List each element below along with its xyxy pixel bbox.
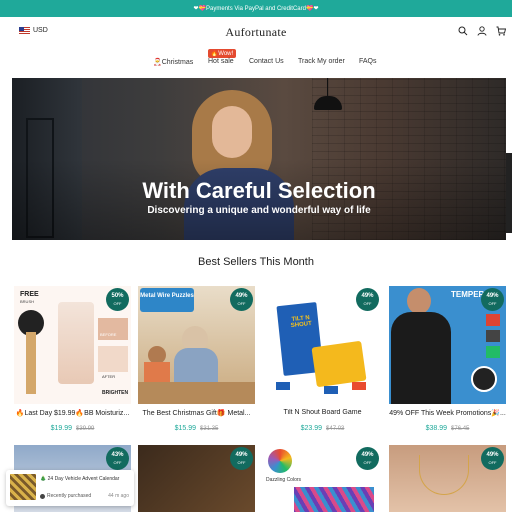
product-prices: $19.99 $39.99 [14,425,131,432]
discount-value: 50% [111,292,124,299]
original-price: $47.03 [326,426,345,432]
discount-off: OFF [363,300,372,306]
original-price: $31.35 [200,426,219,432]
sale-price: $15.99 [174,425,197,432]
discount-badge: 50% OFF [106,288,129,311]
model-head [407,288,431,314]
brush-handle [26,332,36,394]
nav-hot-sale[interactable]: Hot sale [208,58,234,65]
discount-value: 49% [235,292,248,299]
popup-status: Recently purchased [40,493,91,499]
color-chip [486,314,500,326]
discount-off: OFF [113,459,122,465]
nav-christmas[interactable]: 🎅Christmas [153,58,193,66]
primer-tube [58,302,94,384]
game-card [352,382,366,390]
nav-contact-us[interactable]: Contact Us [249,58,284,65]
sale-price: $23.99 [300,425,323,432]
brush-text: BRUSH [20,299,35,304]
hero-banner[interactable]: With Careful Selection Discovering a uni… [12,78,506,240]
feature-icon [471,366,497,392]
discount-value: 49% [361,292,374,299]
product-prices: $15.99 $31.35 [138,425,255,432]
hero-subtitle: Discovering a unique and wonderful way o… [147,205,371,216]
popup-product-name: 🎄 24 Day Vehicle Advent Calendar [40,476,120,482]
discount-off: OFF [237,459,246,465]
game-board [311,340,367,388]
color-chip [486,330,500,342]
header-icons [458,26,506,36]
after-label: AFTER [102,374,116,379]
section-title: Best Sellers This Month [198,256,314,268]
discount-off: OFF [237,300,246,306]
nav-faqs[interactable]: FAQs [359,58,377,65]
status-dot-icon [40,493,45,499]
table [138,382,255,404]
before-label: BEFORE [100,332,117,337]
sale-price: $38.99 [425,425,448,432]
cart-icon[interactable] [496,26,506,36]
announcement-bar: ❤💝Payments Via PayPal and CreditCard💝❤ [0,0,512,17]
color-wheel-icon [268,449,292,473]
hoodie [391,312,451,404]
product-title[interactable]: The Best Christmas Gift🎁 Metal... [138,409,255,417]
popup-product-thumb [10,474,36,500]
game-card [276,382,290,390]
site-header: USD Aufortunate [0,17,512,47]
discount-badge: 43% OFF [106,447,129,470]
brand-logo[interactable]: Aufortunate [0,25,512,40]
product-title[interactable]: Tilt N Shout Board Game [264,409,381,416]
necklace [419,455,469,495]
discount-badge: 49% OFF [356,288,379,311]
product-card[interactable]: 49% OFF [389,445,506,512]
color-chip [486,346,500,358]
discount-value: 43% [111,451,124,458]
search-icon[interactable] [458,26,468,36]
product-title[interactable]: 🔥Last Day $19.99🔥BB Moisturiz... [14,409,131,417]
popup-time: 44 m ago [108,493,129,499]
hot-sale-badge: 🔥Wow! [208,49,236,58]
discount-badge: 49% OFF [481,447,504,470]
puzzle-banner: Metal Wire Puzzles [140,288,194,312]
discount-value: 49% [486,451,499,458]
original-price: $39.99 [76,426,95,432]
dazzling-colors-text: Dazzling Colors [266,477,302,483]
side-reviews-tab[interactable] [506,153,512,233]
product-title[interactable]: 49% OFF This Week Promotions🎉... [389,409,506,417]
discount-value: 49% [235,451,248,458]
free-text: FREE [20,291,39,298]
game-card [324,386,338,394]
discount-badge: 49% OFF [230,288,253,311]
discount-value: 49% [486,292,499,299]
discount-off: OFF [113,300,122,306]
discount-badge: 49% OFF [481,288,504,311]
after-swatch [98,346,128,372]
product-card[interactable]: 49% OFF [138,445,255,512]
user-icon[interactable] [477,26,487,36]
announcement-text: ❤💝Payments Via PayPal and CreditCard💝❤ [193,6,319,12]
discount-value: 49% [361,451,374,458]
hero-title: With Careful Selection [142,178,376,203]
product-card[interactable]: Dazzling Colors 49% OFF [264,445,381,512]
product-prices: $38.99 $76.45 [389,425,506,432]
discount-badge: 49% OFF [230,447,253,470]
sale-price: $19.99 [50,425,73,432]
main-nav: 🎅Christmas 🔥Wow! Hot sale Contact Us Tra… [0,48,512,72]
discount-off: OFF [363,459,372,465]
discount-off: OFF [488,459,497,465]
recent-purchase-popup[interactable]: 🎄 24 Day Vehicle Advent Calendar Recentl… [6,470,134,506]
popup-status-text: Recently purchased [47,493,92,499]
product-prices: $23.99 $47.03 [264,425,381,432]
nav-track-order[interactable]: Track My order [298,58,345,65]
sticker-pack [294,487,374,512]
discount-off: OFF [488,300,497,306]
brighten-label: BRIGHTEN [102,390,129,396]
discount-badge: 49% OFF [356,447,379,470]
original-price: $76.45 [451,426,470,432]
